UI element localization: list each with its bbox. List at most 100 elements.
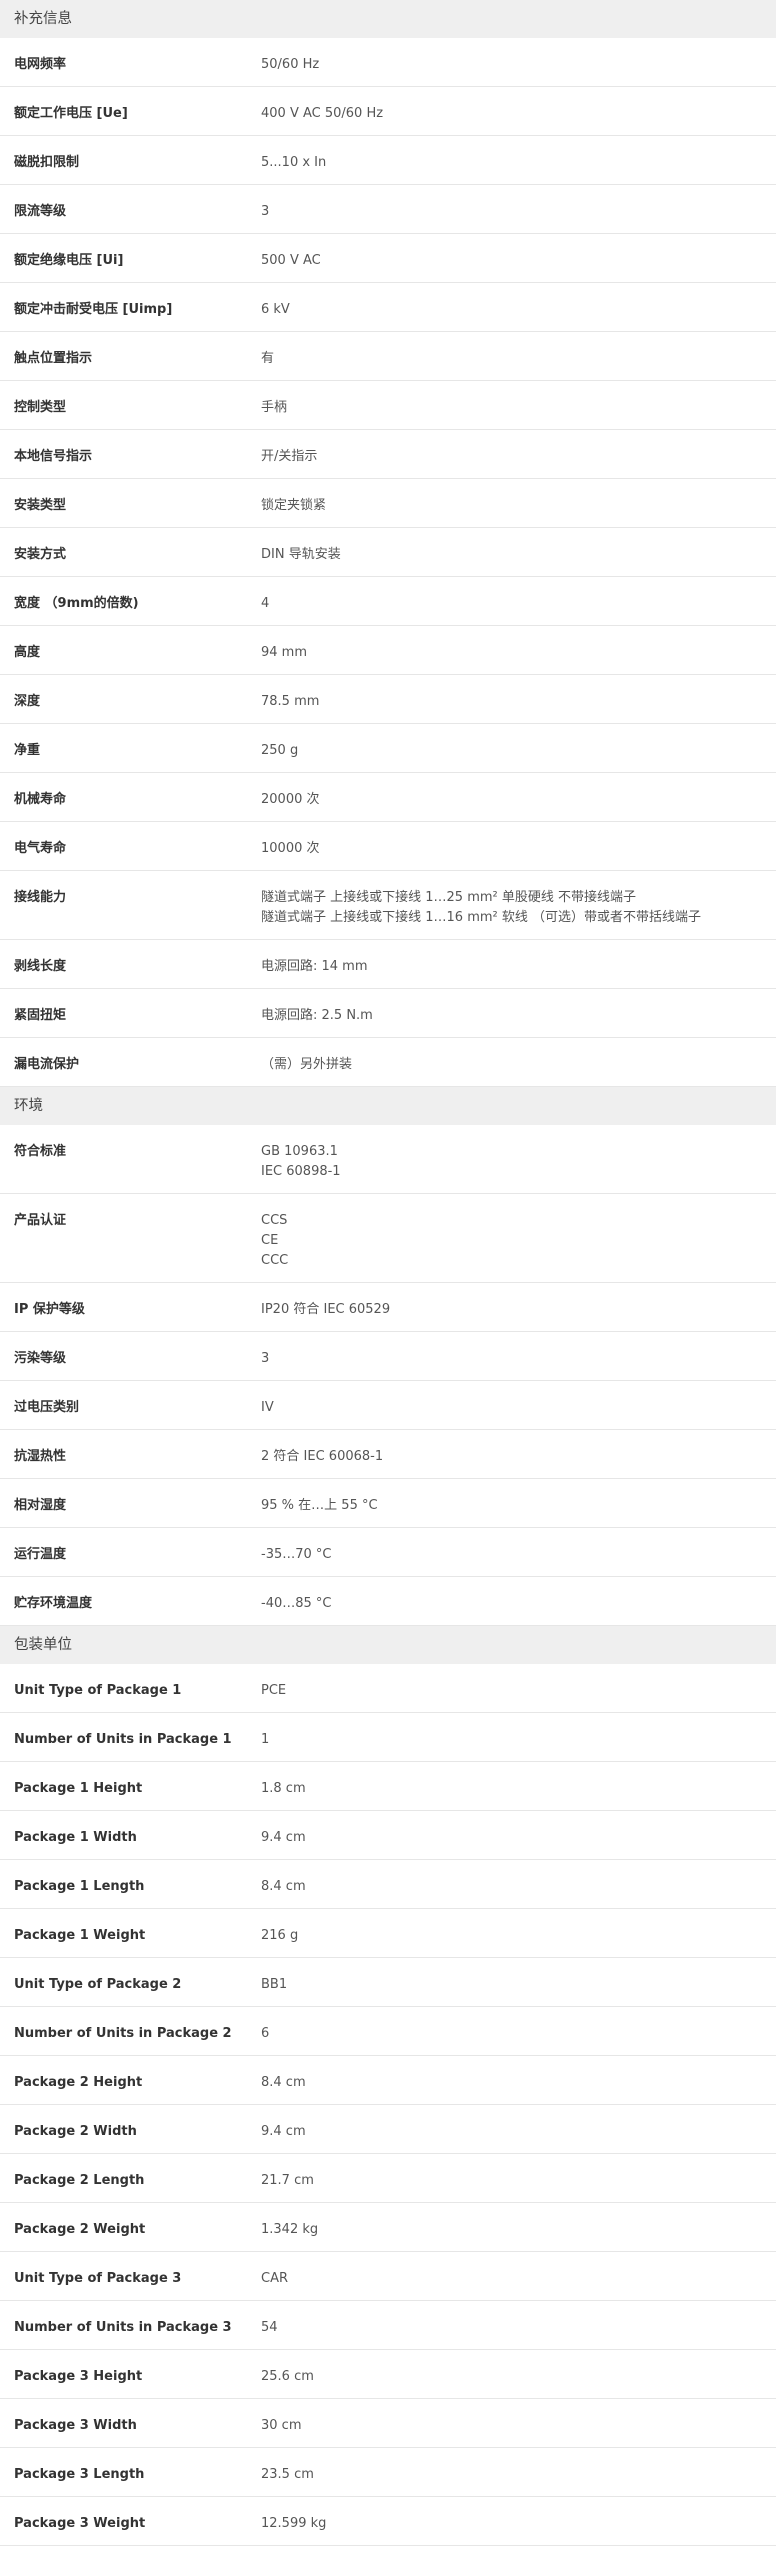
spec-label: Package 2 Weight: [14, 2222, 146, 2237]
spec-value: 锁定夹锁紧: [261, 496, 776, 516]
spec-value-line: PCE: [261, 1683, 287, 1698]
spec-value: 250 g: [261, 741, 776, 761]
spec-row: 限流等级 3: [0, 185, 776, 234]
spec-label: 额定冲击耐受电压 [Uimp]: [14, 302, 173, 317]
spec-value: 2 符合 IEC 60068-1: [261, 1447, 776, 1467]
spec-label: 磁脱扣限制: [14, 155, 80, 170]
spec-value: 6 kV: [261, 300, 776, 320]
spec-value-line: 6 kV: [261, 302, 290, 317]
spec-value-line: IEC 60898-1: [261, 1164, 341, 1179]
spec-label: Unit Type of Package 1: [14, 1683, 182, 1698]
spec-row: 紧固扭矩 电源回路: 2.5 N.m: [0, 989, 776, 1038]
spec-value: -40…85 °C: [261, 1594, 776, 1614]
spec-label: Package 2 Width: [14, 2124, 137, 2139]
spec-value-line: 电源回路: 2.5 N.m: [261, 1008, 373, 1023]
spec-value-line: 20000 次: [261, 792, 320, 807]
spec-value-line: 有: [261, 351, 275, 366]
spec-table: Unit Type of Package 1 PCE Number of Units…: [0, 1664, 776, 2546]
spec-value: 54: [261, 2318, 776, 2338]
spec-value-line: 400 V AC 50/60 Hz: [261, 106, 384, 121]
spec-value-line: 3: [261, 1351, 270, 1366]
spec-value-line: 6: [261, 2026, 270, 2041]
spec-label: Package 1 Width: [14, 1830, 137, 1845]
spec-row: 电网频率 50/60 Hz: [0, 38, 776, 87]
spec-value-line: 5...10 x In: [261, 155, 327, 170]
spec-value-line: （需）另外拼装: [261, 1057, 353, 1072]
spec-table: 符合标准 GB 10963.1 IEC 60898-1 产品认证 CCS CE CCC IP …: [0, 1125, 776, 1626]
spec-value: 94 mm: [261, 643, 776, 663]
section-header: 环境: [0, 1087, 776, 1125]
spec-value: PCE: [261, 1681, 776, 1701]
spec-value: 隧道式端子 上接线或下接线 1…25 mm² 单股硬线 不带接线端子 隧道式端子 …: [261, 888, 776, 928]
spec-label: Number of Units in Package 2: [14, 2026, 232, 2041]
spec-value: 5...10 x In: [261, 153, 776, 173]
spec-label: 抗湿热性: [14, 1449, 67, 1464]
spec-label: 运行温度: [14, 1547, 67, 1562]
spec-value: 9.4 cm: [261, 1828, 776, 1848]
spec-value-line: CCS: [261, 1213, 288, 1228]
spec-value-line: 94 mm: [261, 645, 308, 660]
spec-row: 污染等级 3: [0, 1332, 776, 1381]
spec-value-line: 4: [261, 596, 270, 611]
spec-value: BB1: [261, 1975, 776, 1995]
spec-label: Package 2 Length: [14, 2173, 145, 2188]
spec-row: 控制类型 手柄: [0, 381, 776, 430]
spec-label: 产品认证: [14, 1213, 67, 1228]
spec-value-line: 25.6 cm: [261, 2369, 314, 2384]
spec-value: -35…70 °C: [261, 1545, 776, 1565]
spec-row: IP 保护等级 IP20 符合 IEC 60529: [0, 1283, 776, 1332]
spec-row: Number of Units in Package 2 6: [0, 2007, 776, 2056]
spec-label: Package 1 Length: [14, 1879, 145, 1894]
spec-row: 磁脱扣限制 5...10 x In: [0, 136, 776, 185]
spec-value: 6: [261, 2024, 776, 2044]
spec-row: 运行温度 -35…70 °C: [0, 1528, 776, 1577]
spec-label: 漏电流保护: [14, 1057, 80, 1072]
spec-value-line: 216 g: [261, 1928, 299, 1943]
spec-label: Unit Type of Package 3: [14, 2271, 182, 2286]
spec-value-line: 8.4 cm: [261, 1879, 306, 1894]
spec-value: 1.342 kg: [261, 2220, 776, 2240]
spec-row: Package 3 Height 25.6 cm: [0, 2350, 776, 2399]
spec-label: Package 3 Length: [14, 2467, 145, 2482]
section-header: 补充信息: [0, 0, 776, 38]
spec-label: 符合标准: [14, 1144, 67, 1159]
spec-value: 20000 次: [261, 790, 776, 810]
spec-value: 1: [261, 1730, 776, 1750]
spec-row: 机械寿命 20000 次: [0, 773, 776, 822]
spec-row: 电气寿命 10000 次: [0, 822, 776, 871]
spec-value: 12.599 kg: [261, 2514, 776, 2534]
spec-value-line: 10000 次: [261, 841, 320, 856]
spec-value-line: DIN 导轨安装: [261, 547, 341, 562]
spec-value: 30 cm: [261, 2416, 776, 2436]
spec-value-line: 78.5 mm: [261, 694, 320, 709]
spec-label: 高度: [14, 645, 41, 660]
spec-value-line: GB 10963.1: [261, 1144, 338, 1159]
spec-value-line: 12.599 kg: [261, 2516, 327, 2531]
spec-row: 过电压类别 IV: [0, 1381, 776, 1430]
spec-row: 接线能力 隧道式端子 上接线或下接线 1…25 mm² 单股硬线 不带接线端子 隧道…: [0, 871, 776, 940]
spec-row: Package 3 Width 30 cm: [0, 2399, 776, 2448]
spec-label: 污染等级: [14, 1351, 67, 1366]
spec-label: 额定工作电压 [Ue]: [14, 106, 128, 121]
spec-label: 接线能力: [14, 890, 67, 905]
spec-label: 电网频率: [14, 57, 67, 72]
spec-label: 宽度 （9mm的倍数): [14, 596, 139, 611]
spec-value: 10000 次: [261, 839, 776, 859]
spec-value-line: IP20 符合 IEC 60529: [261, 1302, 391, 1317]
spec-value-line: 电源回路: 14 mm: [261, 959, 368, 974]
spec-label: IP 保护等级: [14, 1302, 85, 1317]
spec-row: Package 1 Width 9.4 cm: [0, 1811, 776, 1860]
spec-row: 宽度 （9mm的倍数) 4: [0, 577, 776, 626]
spec-value: 50/60 Hz: [261, 55, 776, 75]
spec-value-line: 21.7 cm: [261, 2173, 314, 2188]
spec-label: Number of Units in Package 3: [14, 2320, 232, 2335]
spec-label: Package 1 Weight: [14, 1928, 146, 1943]
spec-label: 相对湿度: [14, 1498, 67, 1513]
spec-value-line: 500 V AC: [261, 253, 321, 268]
spec-value-line: -35…70 °C: [261, 1547, 332, 1562]
spec-label: Package 2 Height: [14, 2075, 143, 2090]
spec-row: 额定冲击耐受电压 [Uimp] 6 kV: [0, 283, 776, 332]
spec-value-line: 23.5 cm: [261, 2467, 314, 2482]
spec-value: 1.8 cm: [261, 1779, 776, 1799]
spec-value-line: BB1: [261, 1977, 288, 1992]
